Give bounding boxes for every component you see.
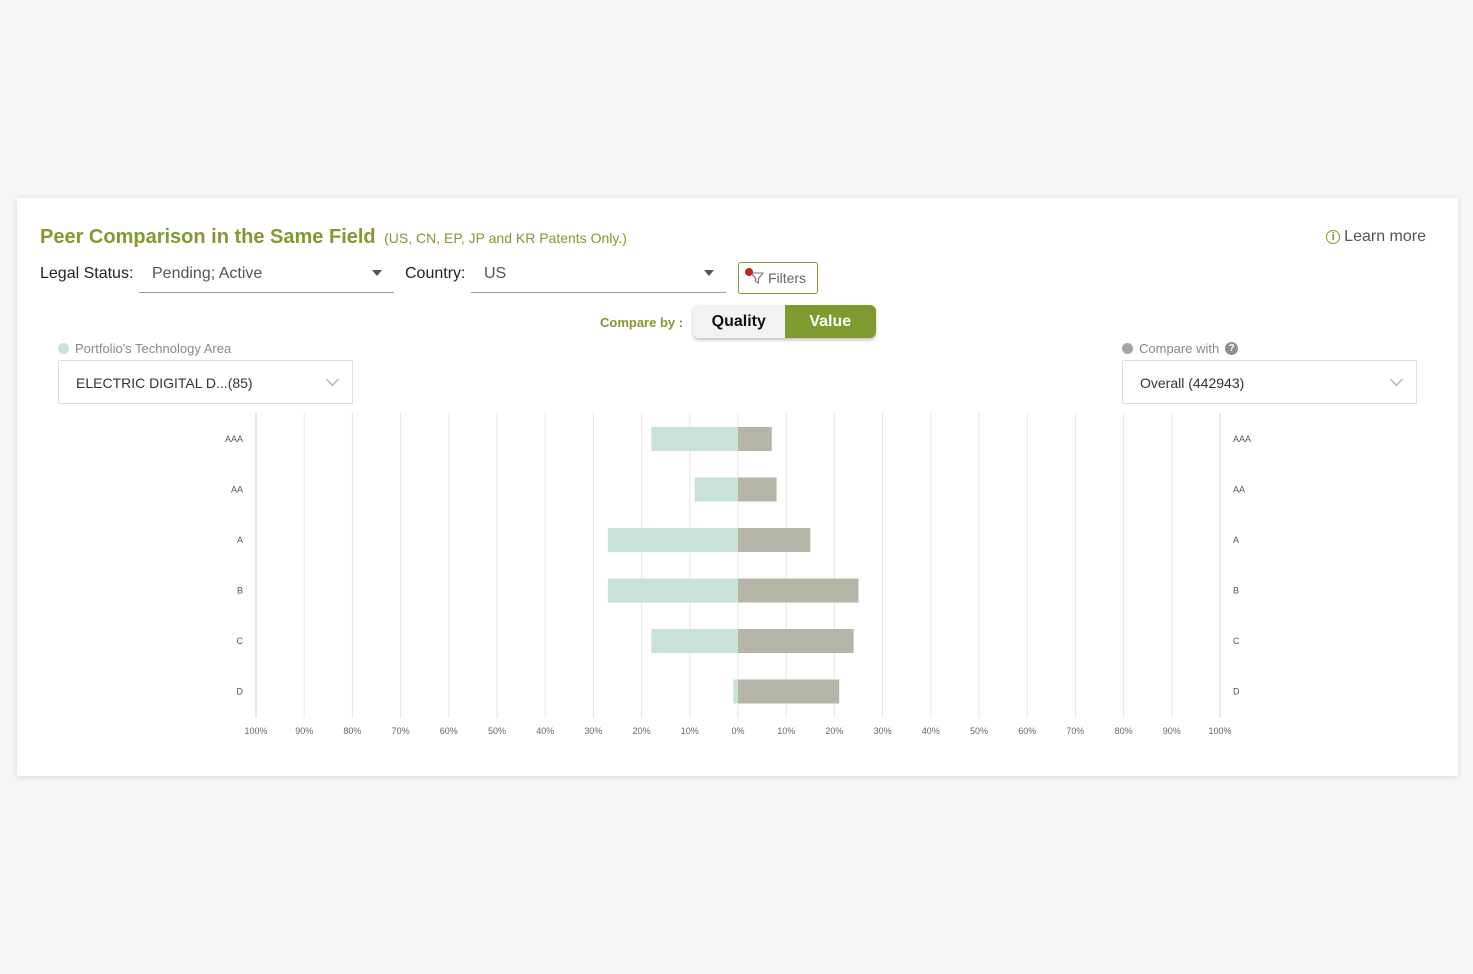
- category-label-right: B: [1233, 586, 1239, 596]
- diverging-bar-chart: 100% 90% 80% 70% 60% 50% 40% 30% 20% 10% 0% 10% 20% 3…: [225, 413, 1251, 736]
- bar-portfolio-a: [607, 528, 738, 552]
- category-label-left: A: [237, 535, 243, 545]
- x-tick-label: 60%: [440, 726, 458, 736]
- category-label-right: AA: [1233, 485, 1245, 495]
- x-tick-label: 20%: [633, 726, 651, 736]
- x-tick-label: 100%: [244, 726, 267, 736]
- category-label-right: A: [1233, 535, 1239, 545]
- x-tick-label: 60%: [1018, 726, 1036, 736]
- bar-portfolio-c: [651, 629, 738, 653]
- bar-portfolio-aaa: [651, 427, 738, 451]
- x-tick-label: 90%: [295, 726, 313, 736]
- category-label-left: AA: [231, 485, 243, 495]
- x-tick-label: 30%: [584, 726, 602, 736]
- x-tick-label: 20%: [825, 726, 843, 736]
- x-tick-label: 100%: [1208, 726, 1231, 736]
- x-tick-label: 70%: [392, 726, 410, 736]
- x-tick-label: 40%: [536, 726, 554, 736]
- x-tick-label: 70%: [1066, 726, 1084, 736]
- peer-comparison-card: Peer Comparison in the Same Field (US, C…: [17, 198, 1458, 776]
- x-tick-label: 40%: [922, 726, 940, 736]
- bar-compare-b: [738, 578, 859, 603]
- x-tick-label: 50%: [488, 726, 506, 736]
- x-tick-label: 10%: [777, 726, 795, 736]
- bar-portfolio-d: [733, 679, 738, 704]
- category-label-left: C: [237, 636, 244, 646]
- x-tick-label: 30%: [874, 726, 892, 736]
- x-tick-label: 50%: [970, 726, 988, 736]
- x-tick-label: 0%: [731, 726, 744, 736]
- bar-compare-aa: [738, 477, 777, 502]
- bar-portfolio-b: [607, 578, 738, 603]
- category-label-right: AAA: [1233, 434, 1251, 444]
- bar-portfolio-aa: [694, 477, 738, 502]
- category-label-right: D: [1233, 687, 1240, 697]
- x-tick-label: 80%: [343, 726, 361, 736]
- bar-compare-c: [738, 629, 854, 653]
- bar-compare-d: [738, 679, 840, 704]
- bar-compare-aaa: [738, 427, 772, 451]
- bar-compare-a: [738, 528, 811, 552]
- x-tick-label: 80%: [1115, 726, 1133, 736]
- category-label-left: D: [237, 687, 244, 697]
- x-tick-label: 10%: [681, 726, 699, 736]
- x-tick-label: 90%: [1163, 726, 1181, 736]
- category-label-left: AAA: [225, 434, 243, 444]
- category-label-left: B: [237, 586, 243, 596]
- category-label-right: C: [1233, 636, 1240, 646]
